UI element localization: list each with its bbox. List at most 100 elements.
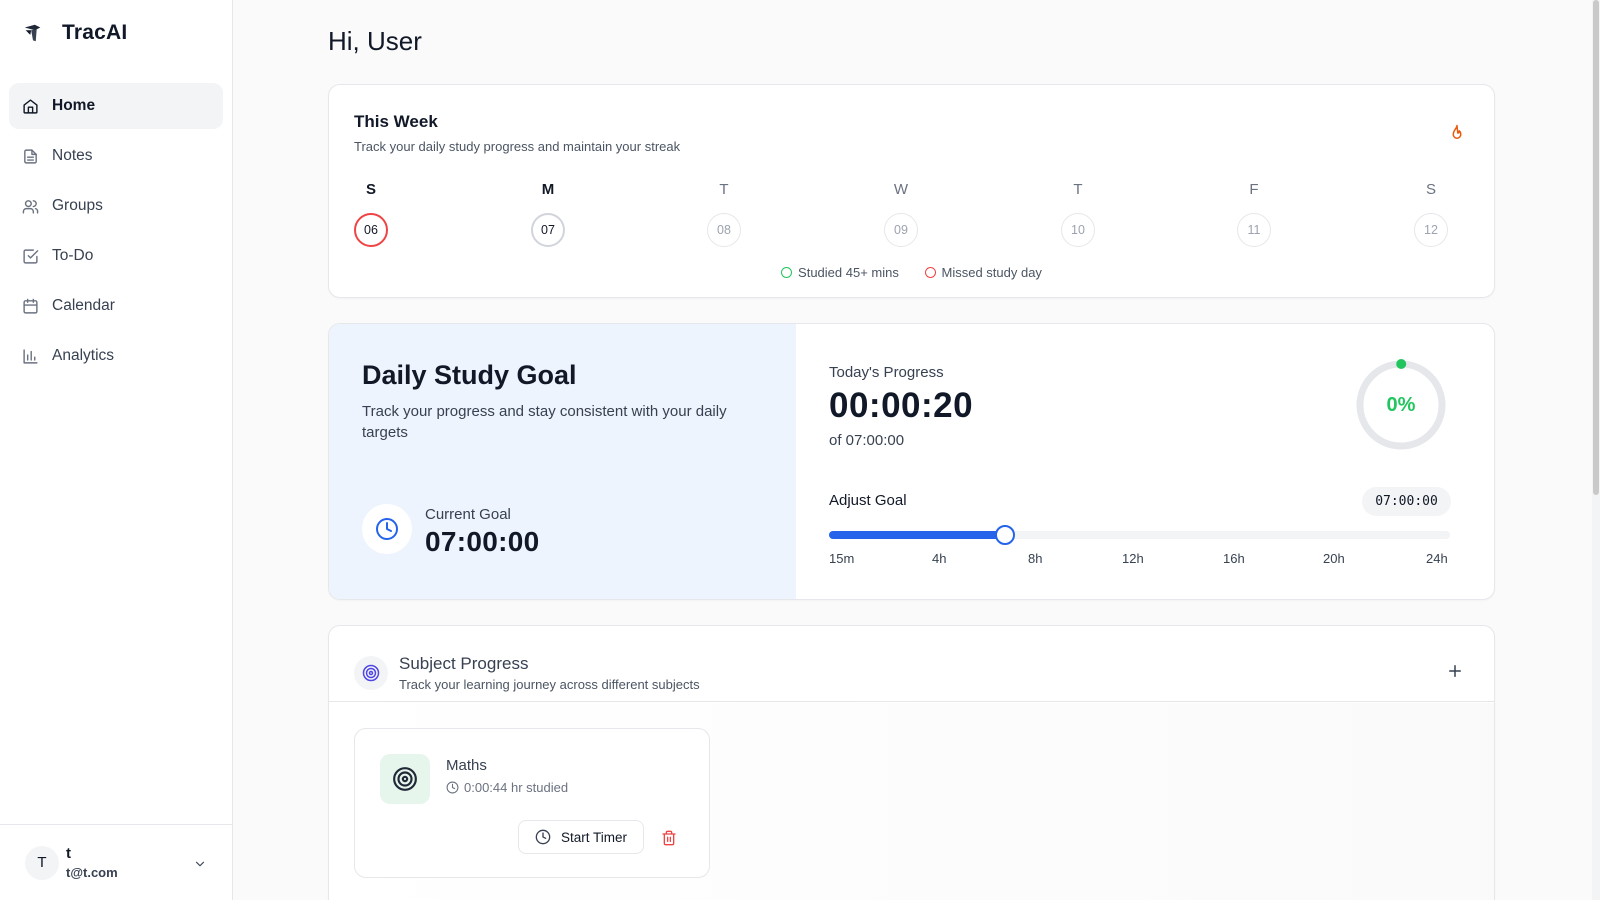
slider-tick: 4h [932,551,947,566]
target-icon [393,767,417,791]
progress-time: 00:00:20 [829,386,974,425]
weekly-streak-card: This Week Track your daily study progres… [328,84,1495,298]
subject-card: Maths 0:00:44 hr studied Start Timer [354,728,710,878]
sidebar-item-home[interactable]: Home [9,83,223,129]
sidebar-item-todo[interactable]: To-Do [9,233,223,279]
day-letter: M [541,181,555,198]
sidebar-item-analytics[interactable]: Analytics [9,333,223,379]
subject-progress-title: Subject Progress [399,654,529,673]
app-name: TracAI [62,21,128,44]
goal-slider-ticks: 15m 4h 8h 12h 16h 20h 24h [829,551,1450,567]
day-date: 10 [1061,213,1095,247]
goal-slider-thumb[interactable] [995,525,1015,545]
sidebar-item-notes[interactable]: Notes [9,133,223,179]
subject-name: Maths [446,757,487,774]
tracai-logo-icon [24,24,41,42]
goal-description: Track your progress and stay consistent … [362,403,727,441]
avatar: T [25,845,59,880]
subject-icon-badge [380,754,430,804]
day-date: 08 [707,213,741,247]
day-column[interactable]: T 10 [1061,181,1095,247]
goal-progress-panel: Today's Progress 00:00:20 of 07:00:00 0%… [796,324,1494,599]
sidebar-item-label: Analytics [52,347,115,364]
goal-title: Daily Study Goal [362,360,577,390]
day-date: 12 [1414,213,1448,247]
adjust-goal-label: Adjust Goal [829,492,907,509]
subject-time: 0:00:44 hr studied [446,780,568,795]
flame-icon [1452,124,1462,139]
clock-icon [535,829,551,845]
target-icon [362,664,380,682]
day-column[interactable]: F 11 [1237,181,1271,247]
day-column[interactable]: S 12 [1414,181,1448,247]
trash-icon[interactable] [661,830,677,846]
day-letter: S [1425,181,1436,198]
day-letter: T [719,181,729,198]
day-letter: W [893,181,909,198]
legend-studied-label: Studied 45+ mins [798,265,899,280]
target-badge [354,656,388,690]
sidebar-item-label: To-Do [52,247,94,264]
main-content: Hi, User This Week Track your daily stud… [233,0,1592,900]
sidebar-item-label: Groups [52,197,103,214]
goal-summary-panel: Daily Study Goal Track your progress and… [329,324,796,599]
users-icon [22,199,39,214]
day-date: 06 [354,213,388,247]
sidebar-item-calendar[interactable]: Calendar [9,283,223,329]
slider-tick: 16h [1223,551,1245,566]
slider-tick: 15m [829,551,855,566]
week-title: This Week [354,112,438,131]
progress-of: of 07:00:00 [829,432,905,449]
start-timer-button[interactable]: Start Timer [518,820,644,854]
day-letter: F [1249,181,1259,198]
user-info: t t@t.com [66,845,118,880]
adjust-goal-value: 07:00:00 [1362,487,1451,516]
subject-progress-card: Subject Progress Track your learning jou… [328,625,1495,900]
calendar-icon [23,298,38,314]
sidebar: TracAI Home Notes Groups To-Do Calendar … [0,0,233,900]
sidebar-item-label: Notes [52,147,93,164]
day-date: 11 [1237,213,1271,247]
subject-list: Maths 0:00:44 hr studied Start Timer [329,703,1494,900]
slider-tick: 12h [1122,551,1144,566]
legend-missed-label: Missed study day [941,265,1042,280]
chevron-down-icon[interactable] [193,857,207,871]
goal-slider[interactable] [829,525,1450,545]
slider-tick: 24h [1426,551,1448,566]
user-name: t [66,845,71,862]
scrollbar-thumb[interactable] [1593,0,1599,495]
bar-chart-icon [23,348,38,364]
sidebar-item-label: Home [52,97,96,114]
current-goal-value: 07:00:00 [425,526,540,557]
week-legend: Studied 45+ mins Missed study day [329,265,1494,281]
progress-percent: 0% [1386,393,1416,416]
week-days: S 06 M 07 T 08 W 09 T 10 F 11 S 12 [354,181,1449,251]
legend-missed: Missed study day [924,265,1042,280]
plus-icon[interactable] [1446,662,1464,680]
daily-goal-card: Daily Study Goal Track your progress and… [328,323,1495,600]
notes-icon [24,148,37,164]
week-subtitle: Track your daily study progress and main… [354,139,681,154]
home-icon [23,98,38,114]
user-menu[interactable]: T t t@t.com [0,824,233,900]
progress-label: Today's Progress [829,364,944,381]
day-column[interactable]: T 08 [707,181,741,247]
day-letter: T [1073,181,1083,198]
clock-icon [376,518,398,540]
sidebar-item-groups[interactable]: Groups [9,183,223,229]
slider-tick: 8h [1028,551,1043,566]
brand[interactable]: TracAI [0,0,232,66]
day-column[interactable]: W 09 [884,181,918,247]
clock-icon [446,781,459,794]
subject-progress-header: Subject Progress Track your learning jou… [329,626,1494,702]
day-date: 07 [531,213,565,247]
day-column[interactable]: S 06 [354,181,388,247]
day-date: 09 [884,213,918,247]
user-email: t@t.com [66,865,118,880]
page-title: Hi, User [328,26,422,56]
day-column[interactable]: M 07 [531,181,565,247]
red-circle-icon [924,267,936,278]
page-scrollbar[interactable] [1592,0,1600,900]
subject-progress-subtitle: Track your learning journey across diffe… [399,677,700,692]
current-goal-label: Current Goal [425,506,511,523]
